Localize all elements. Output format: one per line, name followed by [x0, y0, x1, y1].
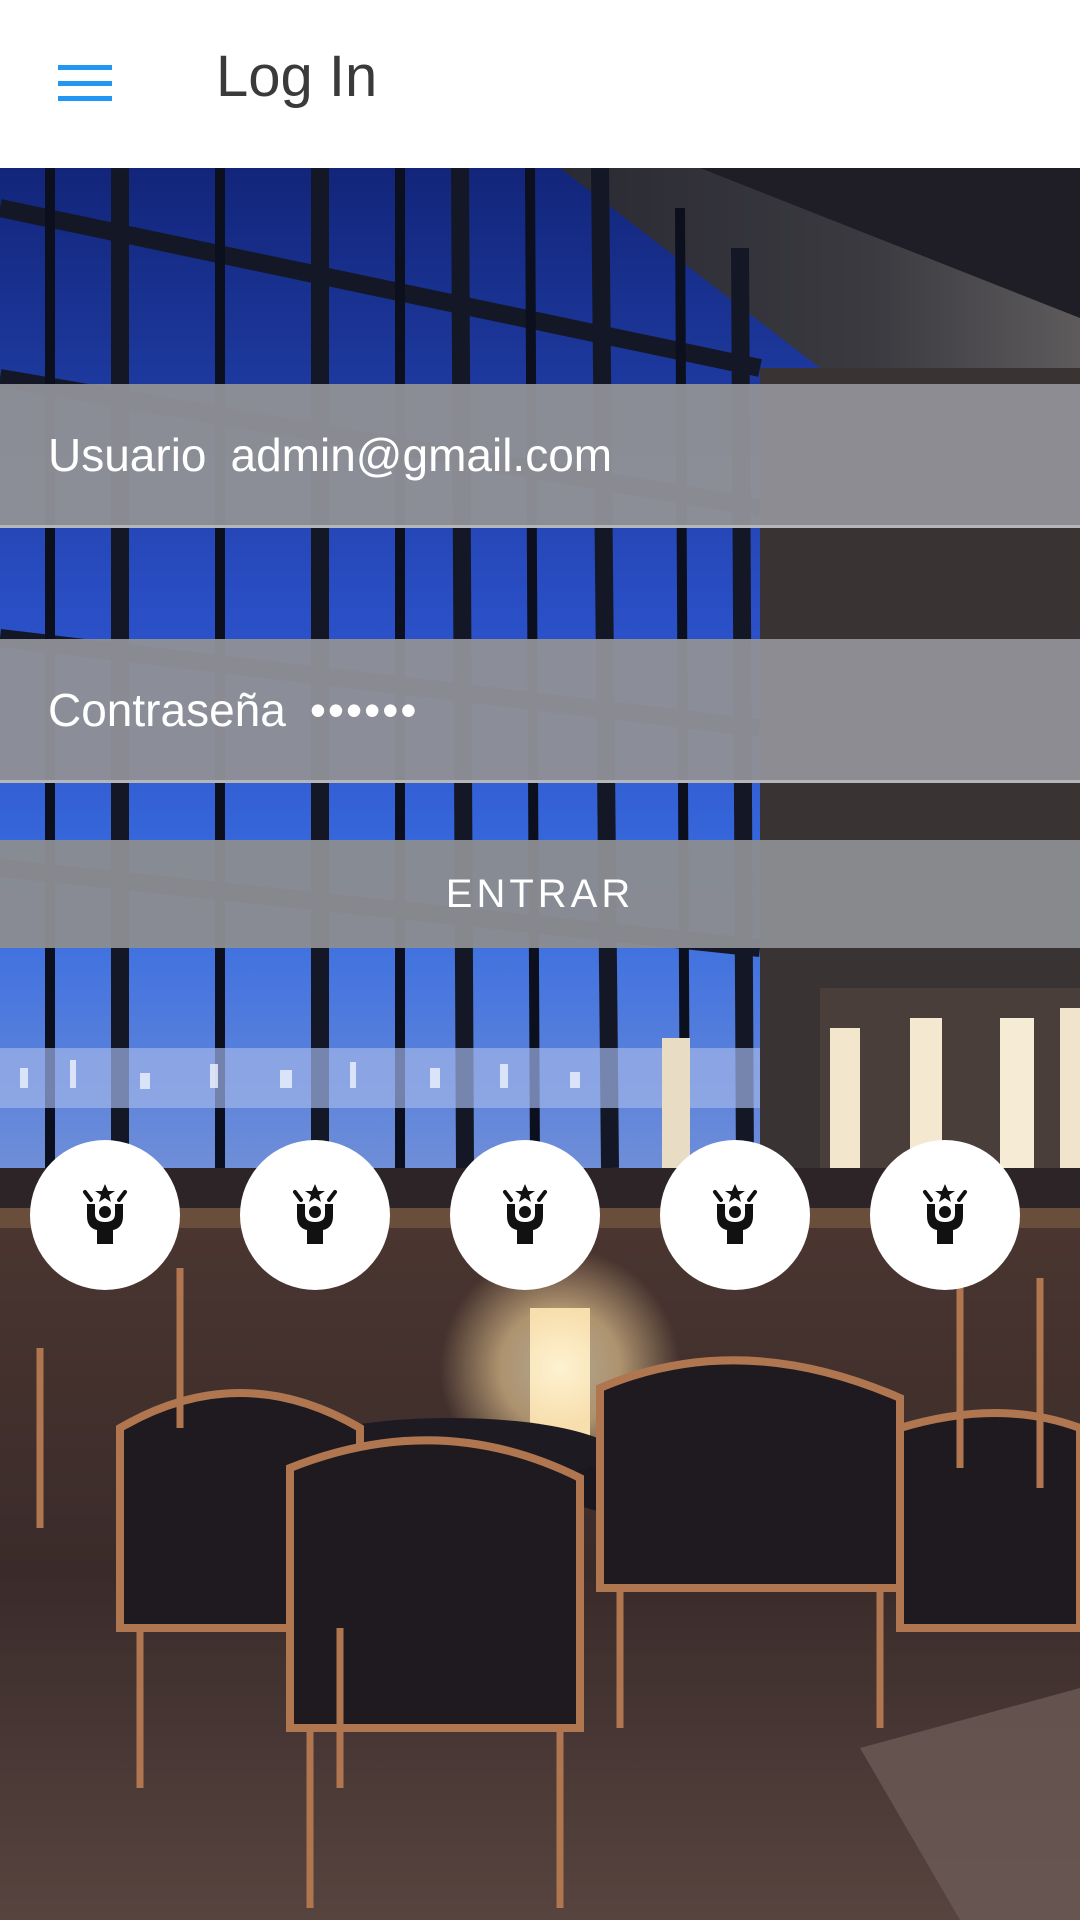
icon-button-4[interactable]: [660, 1140, 810, 1290]
page-title: Log In: [216, 44, 378, 109]
menu-button[interactable]: [30, 38, 140, 128]
login-screen: Log In Usuario Contraseña •••••• ENTRAR: [0, 0, 1080, 1920]
cheering-person-icon: [503, 1184, 547, 1244]
login-button[interactable]: ENTRAR: [0, 840, 1080, 948]
icon-button-row: [0, 1140, 1080, 1290]
icon-button-5[interactable]: [870, 1140, 1020, 1290]
icon-button-1[interactable]: [30, 1140, 180, 1290]
icon-button-3[interactable]: [450, 1140, 600, 1290]
password-field[interactable]: Contraseña ••••••: [0, 639, 1080, 783]
hamburger-menu-icon: [58, 65, 112, 101]
password-label: Contraseña: [48, 683, 286, 736]
cheering-person-icon: [713, 1184, 757, 1244]
cheering-person-icon: [923, 1184, 967, 1244]
username-input[interactable]: [230, 427, 1080, 482]
username-label: Usuario: [48, 428, 207, 481]
cheering-person-icon: [293, 1184, 337, 1244]
app-bar: Log In: [0, 0, 1080, 168]
icon-button-2[interactable]: [240, 1140, 390, 1290]
password-input[interactable]: ••••••: [310, 683, 1080, 737]
cheering-person-icon: [83, 1184, 127, 1244]
username-field[interactable]: Usuario: [0, 384, 1080, 528]
